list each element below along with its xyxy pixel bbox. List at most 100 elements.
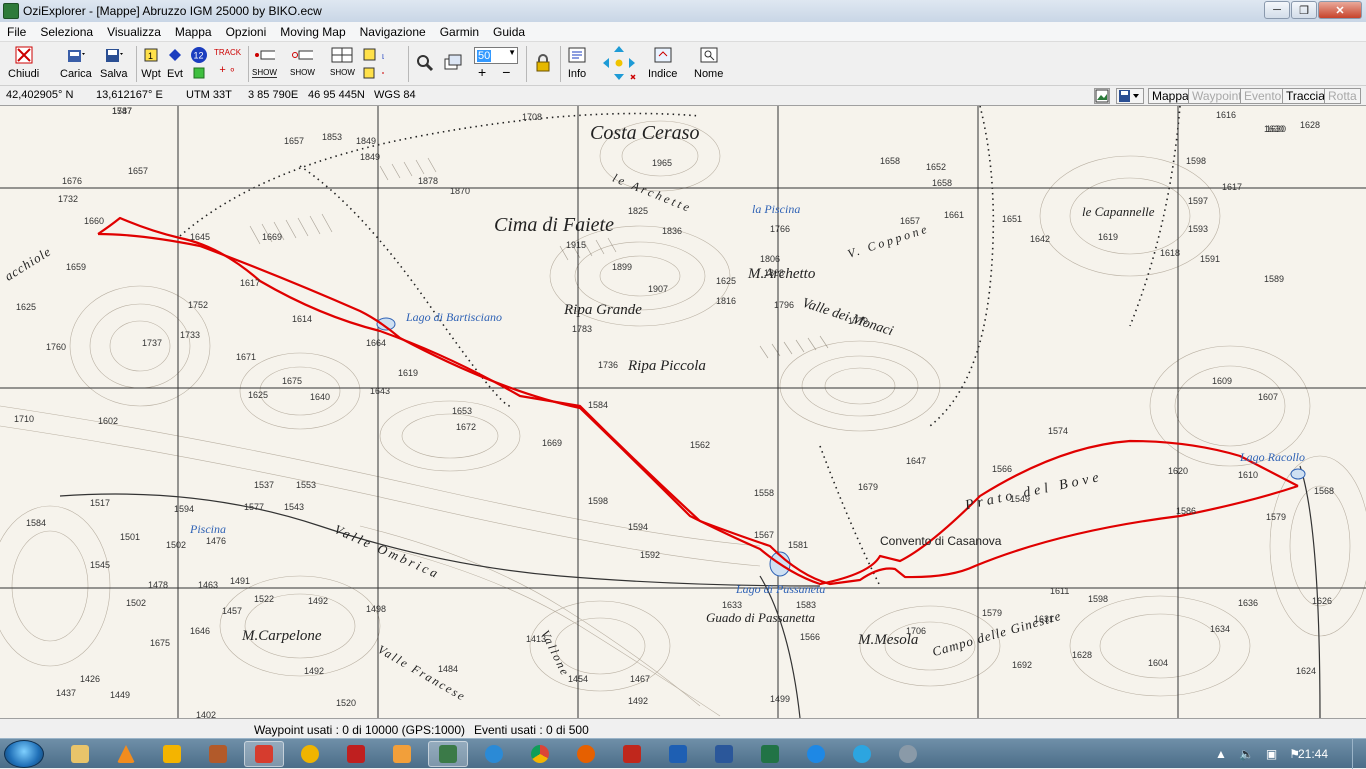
- window-view-button[interactable]: [442, 44, 464, 74]
- menu-seleziona[interactable]: Seleziona: [33, 25, 100, 39]
- zoom-in-button[interactable]: +: [478, 64, 486, 80]
- mode-traccia-button[interactable]: Traccia: [1282, 88, 1329, 104]
- elevation-spot: 1604: [1148, 658, 1169, 668]
- taskbar-ie[interactable]: [474, 741, 514, 767]
- elevation-spot: 1779: [848, 316, 869, 326]
- elevation-spot: 1566: [800, 632, 821, 642]
- route-list-icon: [291, 44, 314, 66]
- topographic-map[interactable]: Costa Ceraso Cima di Faiete Ripa Grande …: [0, 106, 1366, 718]
- taskbar-app-19[interactable]: [888, 741, 928, 767]
- dotted-trails: [179, 106, 1181, 587]
- taskbar-chrome[interactable]: [520, 741, 560, 767]
- zoom-level-select[interactable]: 50 ▼: [474, 47, 518, 64]
- elevation-spot: 1567: [754, 530, 775, 540]
- zoom-button[interactable]: [414, 44, 436, 74]
- menu-moving-map[interactable]: Moving Map: [273, 25, 352, 39]
- elevation-spot: 1492: [304, 666, 325, 676]
- carica-button[interactable]: Carica: [60, 44, 92, 80]
- taskbar-media-player[interactable]: [152, 741, 192, 767]
- indice-button[interactable]: Indice: [648, 44, 677, 80]
- map-picture-button[interactable]: [1094, 88, 1110, 104]
- indice-label: Indice: [648, 68, 678, 80]
- track-button[interactable]: TRACK + ∘: [214, 44, 241, 76]
- taskbar-explorer[interactable]: [60, 741, 100, 767]
- menu-navigazione[interactable]: Navigazione: [353, 25, 433, 39]
- mode-rotta-button[interactable]: Rotta: [1324, 88, 1361, 104]
- taskbar-vlc[interactable]: [106, 741, 146, 767]
- gps-button[interactable]: 12: [188, 44, 210, 80]
- elevation-spot: 1733: [180, 330, 201, 340]
- navigate-button[interactable]: [600, 43, 638, 83]
- taskbar-app-5[interactable]: [244, 741, 284, 767]
- elevation-spot: 1617: [1222, 182, 1243, 192]
- window-title: OziExplorer - [Mappe] Abruzzo IGM 25000 …: [23, 4, 322, 18]
- excel-icon: [761, 745, 779, 763]
- menu-garmin[interactable]: Garmin: [433, 25, 486, 39]
- track-show-button[interactable]: SHOW: [252, 44, 277, 78]
- nome-button[interactable]: Nome: [694, 44, 723, 80]
- save-icon: [103, 44, 125, 66]
- elevation-spot: 1633: [722, 600, 743, 610]
- taskbar-app-4[interactable]: [198, 741, 238, 767]
- track-show-label: SHOW: [252, 68, 277, 78]
- elevation-spot: 1492: [628, 696, 649, 706]
- menu-opzioni[interactable]: Opzioni: [219, 25, 274, 39]
- network-icon[interactable]: ▣: [1266, 747, 1277, 761]
- mode-evento-button[interactable]: Evento: [1240, 88, 1286, 104]
- northing-readout: 46 95 445N: [308, 89, 365, 101]
- taskbar-firefox[interactable]: [566, 741, 606, 767]
- label-convento-di-casanova: Convento di Casanova: [880, 534, 1002, 548]
- taskbar-excel[interactable]: [750, 741, 790, 767]
- elevation-spot: 1825: [628, 206, 649, 216]
- elevation-spot: 1710: [14, 414, 35, 424]
- menu-file[interactable]: File: [0, 25, 33, 39]
- info-button[interactable]: Info: [566, 44, 588, 80]
- lock-button[interactable]: [532, 44, 554, 74]
- menu-guida[interactable]: Guida: [486, 25, 532, 39]
- label-costa-ceraso: Costa Ceraso: [590, 122, 700, 144]
- info-label: Info: [567, 68, 587, 80]
- taskbar-telegram[interactable]: [842, 741, 882, 767]
- zoom-out-button[interactable]: −: [502, 64, 510, 80]
- salva-button[interactable]: Salva: [100, 44, 128, 80]
- menu-mappa[interactable]: Mappa: [168, 25, 219, 39]
- close-button[interactable]: ✕: [1318, 1, 1362, 19]
- taskbar-clock[interactable]: 21:44: [1298, 747, 1328, 761]
- menu-visualizza[interactable]: Visualizza: [100, 25, 168, 39]
- taskbar-app-17[interactable]: [796, 741, 836, 767]
- elevation-spot: 1624: [1296, 666, 1317, 676]
- route-show-button[interactable]: SHOW: [290, 44, 315, 77]
- mode-waypoint-button[interactable]: Waypoint: [1188, 88, 1246, 104]
- taskbar-app-6[interactable]: [290, 741, 330, 767]
- elevation-spot: 1437: [56, 688, 77, 698]
- label-lago-di-bartisciano: Lago di Bartisciano: [406, 310, 503, 324]
- elevation-spot: 1752: [188, 300, 209, 310]
- mode-mappa-button[interactable]: Mappa: [1148, 88, 1193, 104]
- taskbar-oziexplorer[interactable]: [428, 741, 468, 767]
- taskbar-filezilla[interactable]: [336, 741, 376, 767]
- elevation-spot: 1661: [944, 210, 965, 220]
- move-arrows-icon: [600, 43, 638, 83]
- maximize-button[interactable]: ❐: [1291, 1, 1317, 19]
- elevation-spot: 1659: [66, 262, 87, 272]
- start-button[interactable]: [4, 740, 44, 768]
- taskbar-app-8[interactable]: [382, 741, 422, 767]
- map-show-button[interactable]: SHOW: [330, 44, 355, 77]
- save-dropdown-button[interactable]: [1116, 88, 1144, 104]
- elevation-spot: 1463: [198, 580, 219, 590]
- volume-icon[interactable]: 🔈: [1239, 747, 1254, 761]
- taskbar-app-13[interactable]: [612, 741, 652, 767]
- app-icon: [623, 745, 641, 763]
- waypoint-button[interactable]: 1 Wpt: [140, 44, 162, 80]
- show-desktop-button[interactable]: [1352, 739, 1366, 769]
- taskbar-word[interactable]: [704, 741, 744, 767]
- elevation-spot: 1651: [1002, 214, 1023, 224]
- event-button[interactable]: Evt: [164, 44, 186, 80]
- line-button[interactable]: LINE: [362, 44, 384, 80]
- minimize-button[interactable]: ─: [1264, 1, 1290, 19]
- tray-expand-icon[interactable]: ▲: [1215, 747, 1227, 761]
- elevation-spot: 1594: [628, 522, 649, 532]
- chiudi-button[interactable]: Chiudi: [8, 44, 39, 80]
- taskbar-app-14[interactable]: [658, 741, 698, 767]
- elevation-spot: 1454: [568, 674, 589, 684]
